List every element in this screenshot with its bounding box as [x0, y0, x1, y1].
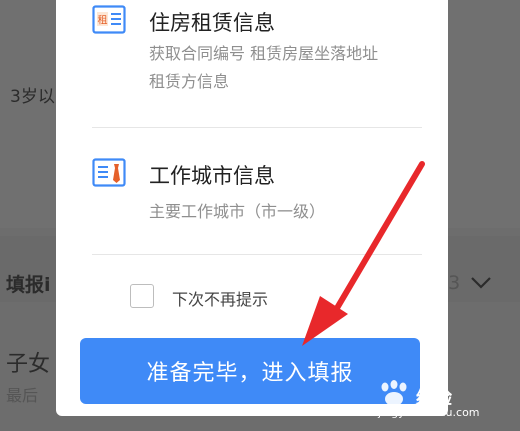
background-section-title: 填报i — [6, 274, 51, 296]
baidu-watermark: 经验 jingyan.baidu.com — [374, 380, 492, 422]
work-city-description: 主要工作城市（市一级） — [149, 202, 326, 221]
section-divider — [92, 127, 422, 128]
rental-contract-icon: 租 — [92, 5, 126, 34]
svg-text:租: 租 — [98, 14, 108, 27]
housing-info-title: 住房租赁信息 — [149, 11, 275, 35]
housing-info-description: 获取合同编号 租赁房屋坐落地址 租赁方信息 — [149, 44, 379, 91]
chevron-down-icon — [471, 277, 491, 289]
background-row-title: 子女 — [6, 352, 51, 377]
background-left-text: 3岁以 — [10, 87, 55, 107]
watermark-url: jingyan.baidu.com — [378, 406, 480, 419]
section-divider — [92, 254, 422, 255]
dont-show-again-label: 下次不再提示 — [172, 290, 269, 309]
work-city-title: 工作城市信息 — [149, 164, 275, 188]
dont-show-again-checkbox[interactable] — [130, 284, 154, 308]
baidu-paw-icon — [381, 380, 407, 406]
ready-enter-filing-button[interactable]: 准备完毕，进入填报 — [80, 338, 420, 404]
work-badge-icon — [92, 158, 126, 187]
background-row-subtitle: 最后 — [6, 386, 39, 405]
